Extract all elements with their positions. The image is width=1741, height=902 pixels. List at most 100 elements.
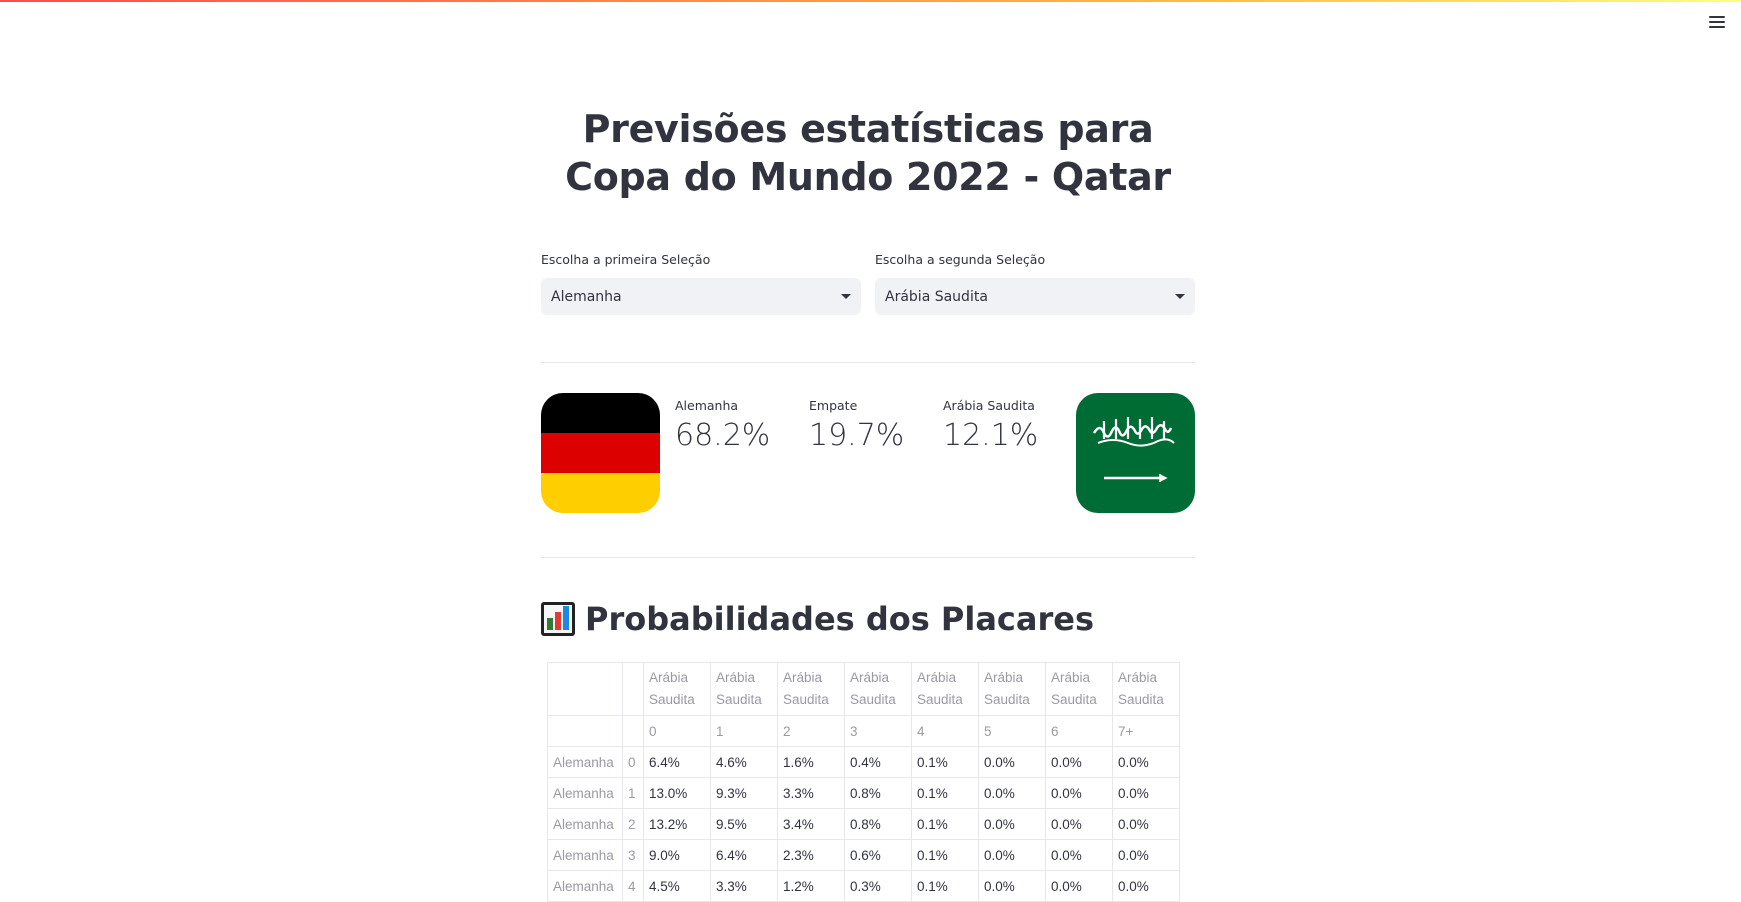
saudi-arabia-flag [1076, 393, 1195, 513]
table-cell: 0.4% [844, 746, 912, 778]
column-header-goals: 1 [710, 715, 778, 747]
flag-stripe-red [541, 433, 660, 473]
sword-icon [1159, 473, 1168, 483]
second-team-select-value: Arábia Saudita [885, 288, 988, 305]
row-header-team: Alemanha [547, 777, 623, 809]
table-cell: 0.1% [911, 746, 979, 778]
chevron-down-icon [841, 294, 851, 299]
table-cell: 0.0% [1112, 777, 1180, 809]
menu-line [1709, 21, 1725, 23]
table-corner-cell [547, 662, 623, 716]
table-corner-cell [622, 662, 644, 716]
metric-team2: Arábia Saudita 12.1% [943, 398, 1038, 453]
table-cell: 0.3% [844, 870, 912, 902]
column-header-goals: 3 [844, 715, 912, 747]
first-team-select[interactable]: Alemanha [541, 278, 861, 315]
shahada-script-icon [1097, 438, 1175, 447]
table-cell: 0.0% [978, 839, 1046, 871]
row-header-goals: 4 [622, 870, 644, 902]
table-row: Alemanha 2 13.2% 9.5% 3.4% 0.8% 0.1% 0.0% 0.0% 0.… [547, 808, 1180, 840]
divider [541, 362, 1195, 363]
column-header-team: Arábia Saudita [1045, 662, 1113, 716]
table-cell: 6.4% [643, 746, 711, 778]
table-cell: 0.0% [978, 777, 1046, 809]
score-table-body: Alemanha 0 6.4% 4.6% 1.6% 0.4% 0.1% 0.0% 0.0% 0.0… [547, 746, 1180, 902]
table-cell: 0.0% [1112, 870, 1180, 902]
table-cell: 3.3% [710, 870, 778, 902]
column-header-team: Arábia Saudita [710, 662, 778, 716]
page-title: Previsões estatísticas para Copa do Mund… [565, 107, 1171, 199]
table-cell: 0.1% [911, 839, 979, 871]
column-header-goals: 4 [911, 715, 979, 747]
divider [541, 557, 1195, 558]
table-cell: 4.5% [643, 870, 711, 902]
table-cell: 6.4% [710, 839, 778, 871]
row-header-goals: 2 [622, 808, 644, 840]
table-header-row: Arábia Saudita Arábia Saudita Arábia Sau… [547, 662, 1180, 716]
table-cell: 0.6% [844, 839, 912, 871]
table-cell: 0.1% [911, 870, 979, 902]
table-cell: 9.3% [710, 777, 778, 809]
saudi-arabia-flag-emblem [1092, 417, 1175, 483]
metric-team2-label: Arábia Saudita [943, 398, 1035, 413]
table-cell: 3.4% [777, 808, 845, 840]
table-cell: 1.2% [777, 870, 845, 902]
table-cell: 0.1% [911, 777, 979, 809]
chart-icon-bar [547, 618, 553, 630]
table-cell: 0.0% [1112, 839, 1180, 871]
column-header-team: Arábia Saudita [978, 662, 1046, 716]
row-header-goals: 3 [622, 839, 644, 871]
table-cell: 13.0% [643, 777, 711, 809]
metric-team1: Alemanha 68.2% [675, 398, 770, 453]
table-cell: 0.0% [1045, 746, 1113, 778]
table-cell: 13.2% [643, 808, 711, 840]
first-team-select-value: Alemanha [551, 288, 622, 305]
hamburger-menu-icon[interactable] [1709, 12, 1729, 32]
metric-draw-label: Empate [809, 398, 858, 413]
column-header-goals: 2 [777, 715, 845, 747]
table-cell: 0.0% [978, 746, 1046, 778]
table-row: Alemanha 0 6.4% 4.6% 1.6% 0.4% 0.1% 0.0% 0.0% 0.0… [547, 746, 1180, 778]
table-cell: 0.0% [978, 808, 1046, 840]
section-title: Probabilidades dos Placares [541, 600, 1094, 638]
row-header-team: Alemanha [547, 746, 623, 778]
metric-team2-value: 12.1% [943, 418, 1039, 453]
metric-draw-value: 19.7% [809, 418, 905, 453]
shahada-script-icon [1092, 424, 1173, 438]
score-probability-table: Arábia Saudita Arábia Saudita Arábia Sau… [547, 662, 1180, 902]
first-team-select-group: Escolha a primeira Seleção Alemanha [541, 252, 861, 315]
top-decoration-bar [0, 0, 1741, 2]
column-header-team: Arábia Saudita [777, 662, 845, 716]
table-row: Alemanha 4 4.5% 3.3% 1.2% 0.3% 0.1% 0.0% 0.0% 0.0… [547, 870, 1180, 902]
chevron-down-icon [1175, 294, 1185, 299]
table-corner-cell [622, 715, 644, 747]
column-header-team: Arábia Saudita [643, 662, 711, 716]
table-cell: 0.0% [1045, 870, 1113, 902]
metric-team1-label: Alemanha [675, 398, 739, 413]
second-team-select[interactable]: Arábia Saudita [875, 278, 1195, 315]
table-cell: 0.1% [911, 808, 979, 840]
table-cell: 9.5% [710, 808, 778, 840]
table-cell: 0.8% [844, 777, 912, 809]
column-header-team: Arábia Saudita [911, 662, 979, 716]
menu-line [1709, 16, 1725, 18]
table-cell: 4.6% [710, 746, 778, 778]
table-cell: 0.0% [1045, 839, 1113, 871]
metric-draw: Empate 19.7% [809, 398, 904, 453]
column-header-goals: 0 [643, 715, 711, 747]
second-team-select-label: Escolha a segunda Seleção [875, 252, 1046, 267]
column-header-team: Arábia Saudita [1112, 662, 1180, 716]
table-cell: 0.0% [978, 870, 1046, 902]
table-cell: 0.8% [844, 808, 912, 840]
bar-chart-icon [541, 602, 575, 636]
table-cell: 0.0% [1045, 808, 1113, 840]
second-team-select-group: Escolha a segunda Seleção Arábia Saudita [875, 252, 1195, 315]
row-header-goals: 1 [622, 777, 644, 809]
table-cell: 3.3% [777, 777, 845, 809]
row-header-team: Alemanha [547, 808, 623, 840]
table-cell: 0.0% [1112, 746, 1180, 778]
row-header-goals: 0 [622, 746, 644, 778]
column-header-goals: 6 [1045, 715, 1113, 747]
table-row: Alemanha 1 13.0% 9.3% 3.3% 0.8% 0.1% 0.0% 0.0% 0.… [547, 777, 1180, 809]
row-header-team: Alemanha [547, 839, 623, 871]
